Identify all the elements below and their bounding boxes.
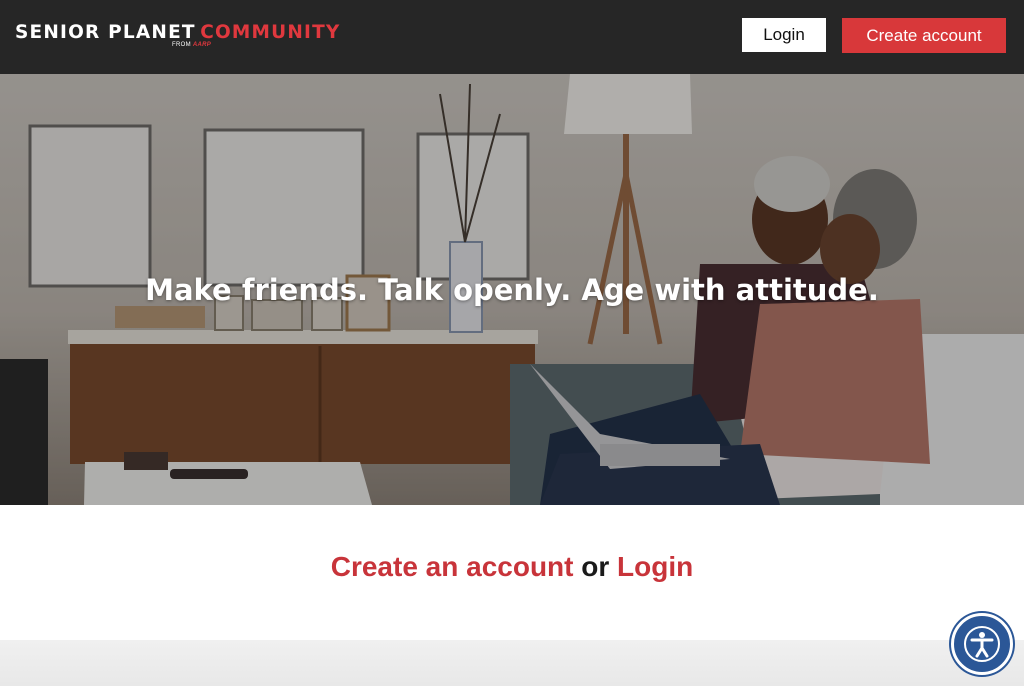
accessibility-icon <box>964 626 1000 662</box>
logo-from-text: FROM <box>172 42 191 48</box>
cta-or-text: or <box>581 551 610 582</box>
create-an-account-link[interactable]: Create an account <box>331 551 574 582</box>
login-button[interactable]: Login <box>742 18 826 52</box>
footer-strip <box>0 640 1024 686</box>
logo-text-senior-planet: SENIOR PLANET <box>15 22 196 43</box>
signup-cta: Create an account or Login <box>0 551 1024 583</box>
logo-aarp-text: AARP <box>192 42 212 48</box>
login-link[interactable]: Login <box>617 551 693 582</box>
hero-banner: Make friends. Talk openly. Age with atti… <box>0 74 1024 505</box>
hero-tagline: Make friends. Talk openly. Age with atti… <box>145 273 879 307</box>
senior-planet-logo[interactable]: SENIOR PLANET COMMUNITY FROM AARP <box>15 22 341 48</box>
logo-text-community: COMMUNITY <box>200 22 341 43</box>
create-account-button[interactable]: Create account <box>842 18 1006 53</box>
accessibility-button[interactable] <box>951 613 1013 675</box>
site-header: SENIOR PLANET COMMUNITY FROM AARP Login … <box>0 0 1024 74</box>
logo-from-aarp: FROM AARP <box>172 42 211 48</box>
